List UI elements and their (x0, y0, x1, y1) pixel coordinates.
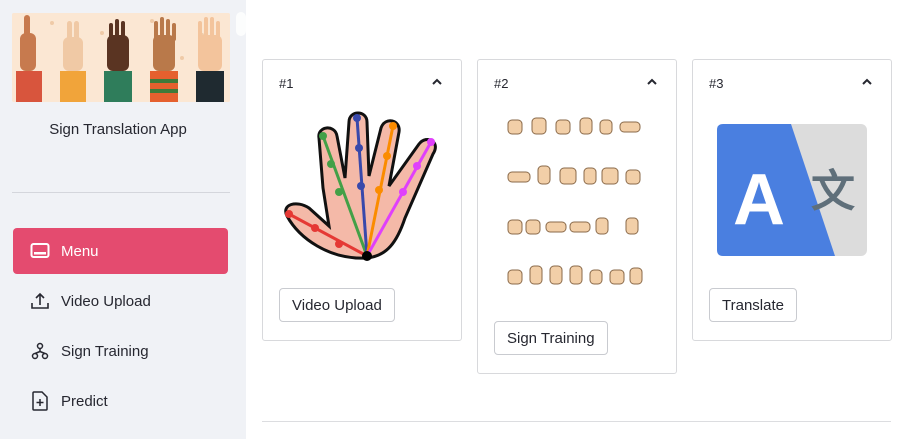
card-translate: #3 A 文 Translate (692, 59, 892, 341)
sidebar-item-sign-training[interactable]: Sign Training (13, 328, 228, 374)
app-title: Sign Translation App (49, 121, 187, 138)
sidebar-item-label: Predict (61, 392, 108, 410)
sidebar-item-video-upload[interactable]: Video Upload (13, 278, 228, 324)
upload-icon (29, 290, 51, 312)
card-sign-training: #2 Sign Training (477, 59, 677, 374)
card-number: #3 (709, 76, 724, 91)
sidebar-item-label: Video Upload (61, 292, 151, 310)
chevron-up-icon[interactable] (859, 74, 875, 90)
sidebar-item-predict[interactable]: Predict (13, 378, 228, 424)
scrollbar[interactable] (236, 12, 246, 36)
svg-text:文: 文 (811, 166, 855, 217)
sidebar-item-menu[interactable]: Menu (13, 228, 228, 274)
translate-icon: A 文 (717, 124, 867, 256)
card-number: #2 (494, 76, 509, 91)
video-upload-button[interactable]: Video Upload (279, 288, 395, 322)
sign-alphabet-icon (507, 117, 643, 285)
chevron-up-icon[interactable] (429, 74, 445, 90)
svg-text:A: A (733, 160, 785, 240)
file-plus-icon (29, 390, 51, 412)
card-number: #1 (279, 76, 294, 91)
sidebar-divider (12, 192, 230, 193)
hand-landmarks-icon (284, 111, 437, 261)
chevron-up-icon[interactable] (644, 74, 660, 90)
sidebar-item-label: Menu (61, 242, 99, 260)
banner-image (12, 13, 230, 102)
sidebar: Sign Translation App Menu Video Upload S… (0, 0, 246, 439)
card-video-upload: #1 Video Upload (262, 59, 462, 341)
diagram-icon (29, 340, 51, 362)
window-icon (29, 240, 51, 262)
sidebar-item-label: Sign Training (61, 342, 149, 360)
sign-training-button[interactable]: Sign Training (494, 321, 608, 355)
divider (262, 421, 891, 422)
translate-button[interactable]: Translate (709, 288, 797, 322)
